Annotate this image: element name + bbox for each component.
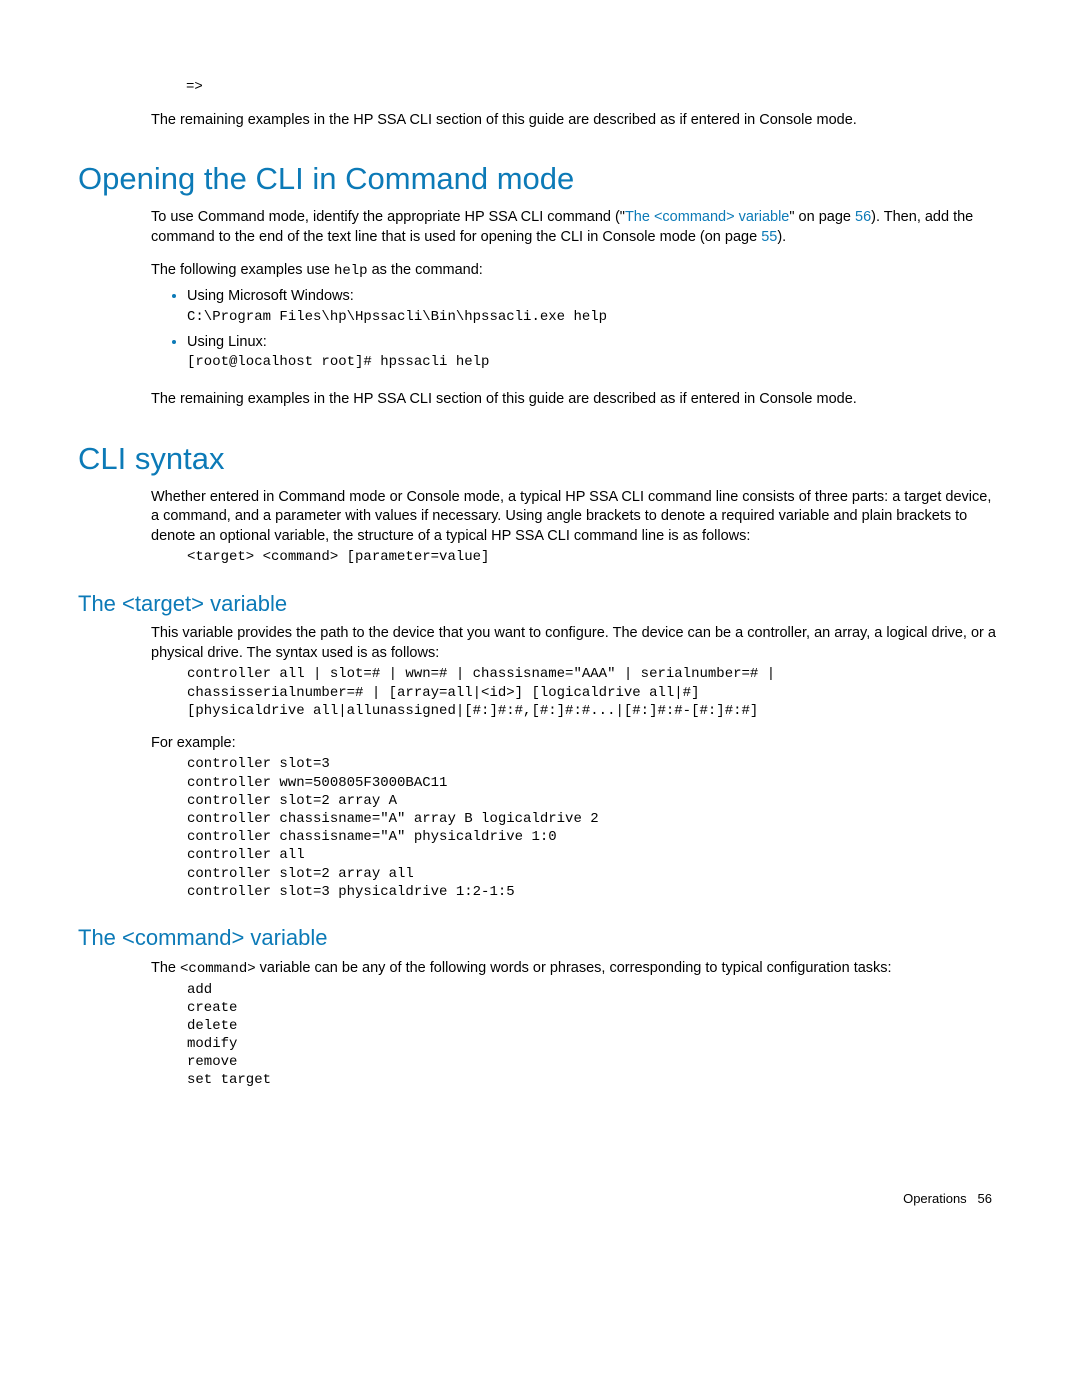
heading-opening-cli: Opening the CLI in Command mode bbox=[78, 158, 1002, 200]
heading-target-variable: The <target> variable bbox=[78, 589, 1002, 619]
text-fragment: as the command: bbox=[368, 262, 483, 278]
inline-code-command: <command> bbox=[180, 961, 256, 977]
prompt-arrow: => bbox=[78, 78, 1002, 97]
code-command-list: add create delete modify remove set targ… bbox=[187, 981, 1002, 1090]
list-item-windows: Using Microsoft Windows: C:\Program File… bbox=[187, 287, 1002, 326]
text-fragment: variable can be any of the following wor… bbox=[256, 960, 892, 976]
open-paragraph-1: To use Command mode, identify the approp… bbox=[151, 208, 1002, 247]
target-for-example-label: For example: bbox=[151, 734, 1002, 754]
code-linux-cmd: [root@localhost root]# hpssacli help bbox=[187, 353, 1002, 372]
syntax-paragraph-1: Whether entered in Command mode or Conso… bbox=[151, 488, 1002, 547]
link-page-55[interactable]: 55 bbox=[761, 229, 777, 245]
bullet-label-linux: Using Linux: bbox=[187, 334, 267, 350]
open-outro-paragraph: The remaining examples in the HP SSA CLI… bbox=[151, 390, 1002, 410]
list-item-linux: Using Linux: [root@localhost root]# hpss… bbox=[187, 333, 1002, 372]
footer-page-number: 56 bbox=[978, 1191, 992, 1206]
heading-cli-syntax: CLI syntax bbox=[78, 438, 1002, 480]
inline-code-help: help bbox=[334, 263, 368, 279]
heading-command-variable: The <command> variable bbox=[78, 923, 1002, 953]
text-fragment: To use Command mode, identify the approp… bbox=[151, 209, 625, 225]
link-command-variable[interactable]: The <command> variable bbox=[625, 209, 789, 225]
text-fragment: " on page bbox=[789, 209, 855, 225]
examples-list: Using Microsoft Windows: C:\Program File… bbox=[151, 287, 1002, 372]
intro-paragraph: The remaining examples in the HP SSA CLI… bbox=[151, 111, 1002, 131]
text-fragment: ). bbox=[777, 229, 786, 245]
text-fragment: The bbox=[151, 960, 180, 976]
code-target-syntax: controller all | slot=# | wwn=# | chassi… bbox=[187, 665, 1002, 720]
bullet-label-windows: Using Microsoft Windows: bbox=[187, 288, 354, 304]
code-syntax-structure: <target> <command> [parameter=value] bbox=[187, 548, 1002, 566]
link-page-56[interactable]: 56 bbox=[855, 209, 871, 225]
page-footer: Operations 56 bbox=[78, 1190, 1002, 1208]
target-paragraph-1: This variable provides the path to the d… bbox=[151, 624, 1002, 663]
command-paragraph-1: The <command> variable can be any of the… bbox=[151, 959, 1002, 979]
code-windows-cmd: C:\Program Files\hp\Hpssacli\Bin\hpssacl… bbox=[187, 308, 1002, 327]
text-fragment: The following examples use bbox=[151, 262, 334, 278]
open-examples-intro: The following examples use help as the c… bbox=[151, 261, 1002, 281]
code-target-examples: controller slot=3 controller wwn=500805F… bbox=[187, 755, 1002, 901]
footer-section-label: Operations bbox=[903, 1191, 967, 1206]
